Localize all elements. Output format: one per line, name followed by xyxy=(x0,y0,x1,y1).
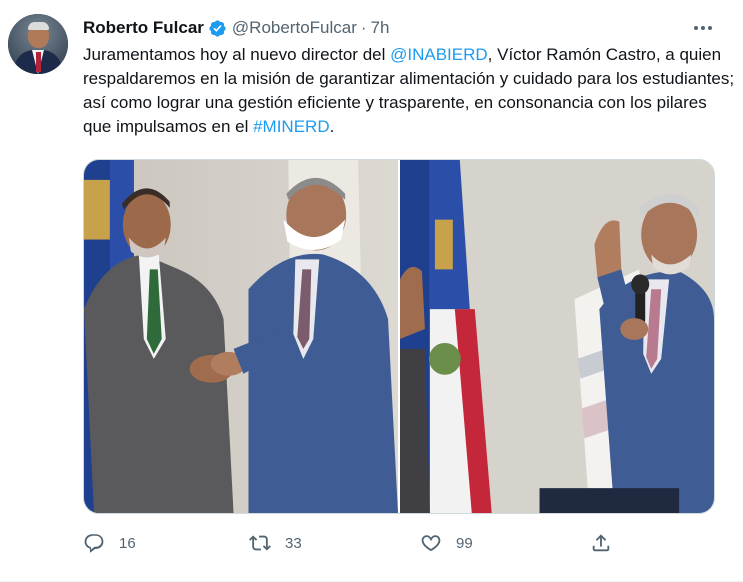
photo-handshake[interactable] xyxy=(84,160,398,513)
author-name[interactable]: Roberto Fulcar xyxy=(83,18,204,38)
reply-count: 16 xyxy=(119,534,136,552)
author-handle[interactable]: @RobertoFulcar xyxy=(232,18,357,38)
reply-button[interactable]: 16 xyxy=(83,528,136,558)
share-button[interactable] xyxy=(590,528,612,558)
timestamp[interactable]: 7h xyxy=(371,18,390,38)
separator-dot: · xyxy=(360,18,367,37)
media-grid xyxy=(83,159,715,514)
tweet-actions: 16 33 99 xyxy=(78,528,638,558)
verified-badge-icon xyxy=(209,19,226,37)
reply-icon xyxy=(84,534,104,553)
like-icon xyxy=(421,535,441,551)
photo-oath[interactable] xyxy=(400,160,714,513)
retweet-button[interactable]: 33 xyxy=(249,528,302,558)
tweet[interactable]: Roberto Fulcar @RobertoFulcar · 7h Juram… xyxy=(0,0,743,582)
like-count: 99 xyxy=(456,534,473,552)
avatar[interactable] xyxy=(8,14,68,74)
retweet-count: 33 xyxy=(285,534,302,552)
retweet-icon xyxy=(249,535,271,551)
more-icon[interactable] xyxy=(692,18,714,38)
tweet-text: Juramentamos hoy al nuevo director del @… xyxy=(83,43,735,139)
mention-link[interactable]: @INABIERD xyxy=(390,45,488,64)
tweet-text-part: . xyxy=(329,117,335,136)
like-button[interactable]: 99 xyxy=(420,528,473,558)
hashtag-link[interactable]: #MINERD xyxy=(253,117,330,136)
tweet-header: Roberto Fulcar @RobertoFulcar · 7h xyxy=(83,17,389,39)
share-icon xyxy=(592,534,610,552)
tweet-text-part: Juramentamos hoy al nuevo director del xyxy=(83,45,391,64)
